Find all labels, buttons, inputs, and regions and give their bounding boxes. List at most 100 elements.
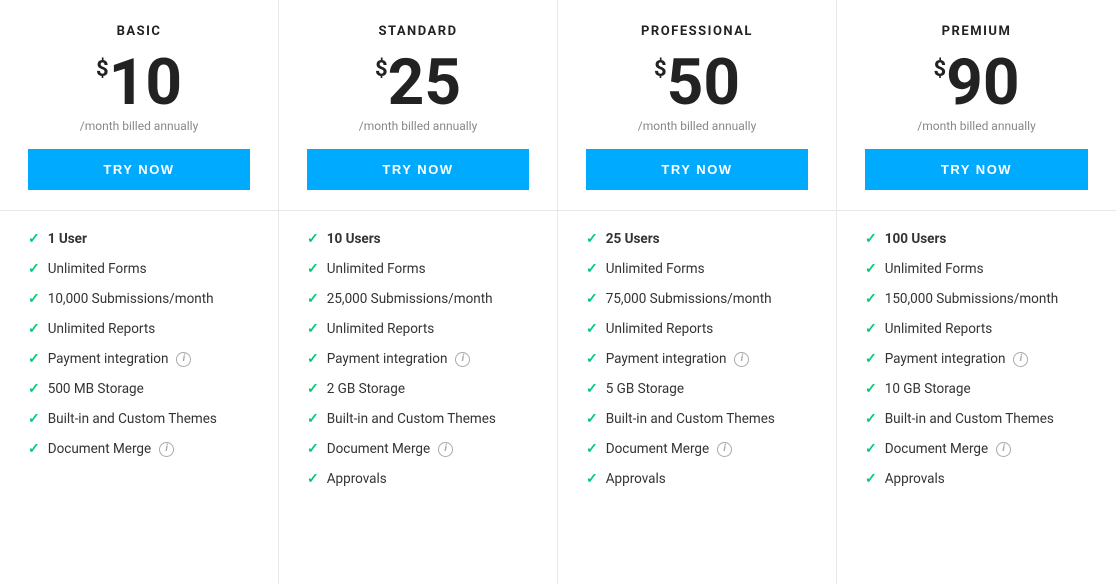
check-icon-premium-7: ✓ (865, 441, 877, 457)
feature-item-standard-8: ✓Approvals (307, 471, 529, 487)
check-icon-basic-2: ✓ (28, 291, 40, 307)
check-icon-professional-6: ✓ (586, 411, 598, 427)
feature-text-professional-3: Unlimited Reports (606, 321, 713, 337)
check-icon-professional-8: ✓ (586, 471, 598, 487)
info-icon-premium-7[interactable]: i (996, 442, 1011, 457)
check-icon-premium-2: ✓ (865, 291, 877, 307)
feature-text-basic-2: 10,000 Submissions/month (48, 291, 214, 307)
check-icon-professional-1: ✓ (586, 261, 598, 277)
feature-item-standard-3: ✓Unlimited Reports (307, 321, 529, 337)
try-now-button-standard[interactable]: TRY NOW (307, 149, 529, 190)
feature-item-standard-6: ✓Built-in and Custom Themes (307, 411, 529, 427)
feature-item-professional-7: ✓Document Mergei (586, 441, 808, 457)
check-icon-basic-1: ✓ (28, 261, 40, 277)
feature-item-premium-1: ✓Unlimited Forms (865, 261, 1088, 277)
price-period-basic: /month billed annually (28, 119, 250, 133)
check-icon-professional-4: ✓ (586, 351, 598, 367)
price-dollar-standard: $ (375, 59, 388, 81)
feature-text-professional-6: Built-in and Custom Themes (606, 411, 775, 427)
feature-text-basic-5: 500 MB Storage (48, 381, 144, 397)
feature-item-premium-7: ✓Document Mergei (865, 441, 1088, 457)
feature-text-standard-2: 25,000 Submissions/month (327, 291, 493, 307)
info-icon-standard-7[interactable]: i (438, 442, 453, 457)
check-icon-standard-4: ✓ (307, 351, 319, 367)
feature-text-professional-8: Approvals (606, 471, 666, 487)
feature-item-basic-0: ✓1 User (28, 231, 250, 247)
info-icon-basic-7[interactable]: i (159, 442, 174, 457)
feature-item-professional-3: ✓ Unlimited Reports (586, 321, 808, 337)
info-icon-premium-4[interactable]: i (1013, 352, 1028, 367)
check-icon-professional-7: ✓ (586, 441, 598, 457)
price-dollar-basic: $ (96, 59, 109, 81)
check-icon-standard-2: ✓ (307, 291, 319, 307)
info-icon-standard-4[interactable]: i (455, 352, 470, 367)
feature-text-premium-2: 150,000 Submissions/month (885, 291, 1058, 307)
check-icon-standard-1: ✓ (307, 261, 319, 277)
check-icon-premium-8: ✓ (865, 471, 877, 487)
info-icon-basic-4[interactable]: i (176, 352, 191, 367)
price-amount-basic: 10 (109, 51, 182, 115)
check-icon-standard-7: ✓ (307, 441, 319, 457)
check-icon-standard-6: ✓ (307, 411, 319, 427)
check-icon-premium-1: ✓ (865, 261, 877, 277)
check-icon-premium-0: ✓ (865, 231, 877, 247)
price-row-standard: $25 (307, 51, 529, 115)
feature-text-standard-1: Unlimited Forms (327, 261, 426, 277)
feature-text-premium-4: Payment integration (885, 351, 1006, 367)
feature-item-premium-2: ✓ 150,000 Submissions/month (865, 291, 1088, 307)
feature-text-standard-8: Approvals (327, 471, 387, 487)
feature-text-basic-7: Document Merge (48, 441, 151, 457)
feature-text-professional-1: Unlimited Forms (606, 261, 705, 277)
feature-item-standard-0: ✓10 Users (307, 231, 529, 247)
feature-text-standard-4: Payment integration (327, 351, 448, 367)
plan-name-basic: BASIC (28, 24, 250, 39)
feature-text-premium-6: Built-in and Custom Themes (885, 411, 1054, 427)
plan-name-premium: PREMIUM (865, 24, 1088, 39)
feature-item-basic-1: ✓ Unlimited Forms (28, 261, 250, 277)
feature-text-professional-2: 75,000 Submissions/month (606, 291, 772, 307)
feature-item-basic-3: ✓Unlimited Reports (28, 321, 250, 337)
feature-item-standard-7: ✓ Document Merge i (307, 441, 529, 457)
check-icon-basic-0: ✓ (28, 231, 40, 247)
info-icon-professional-7[interactable]: i (717, 442, 732, 457)
plan-name-professional: PROFESSIONAL (586, 24, 808, 39)
feature-text-premium-0: 100 Users (885, 231, 947, 247)
feature-text-professional-0: 25 Users (606, 231, 660, 247)
check-icon-basic-3: ✓ (28, 321, 40, 337)
price-row-professional: $50 (586, 51, 808, 115)
feature-item-premium-0: ✓ 100 Users (865, 231, 1088, 247)
check-icon-professional-5: ✓ (586, 381, 598, 397)
feature-item-professional-6: ✓ Built-in and Custom Themes (586, 411, 808, 427)
price-amount-premium: 90 (946, 51, 1019, 115)
check-icon-professional-0: ✓ (586, 231, 598, 247)
price-period-professional: /month billed annually (586, 119, 808, 133)
check-icon-basic-6: ✓ (28, 411, 40, 427)
feature-item-basic-5: ✓500 MB Storage (28, 381, 250, 397)
feature-item-professional-2: ✓ 75,000 Submissions/month (586, 291, 808, 307)
price-row-basic: $10 (28, 51, 250, 115)
check-icon-professional-2: ✓ (586, 291, 598, 307)
check-icon-basic-7: ✓ (28, 441, 40, 457)
feature-item-basic-4: ✓Payment integrationi (28, 351, 250, 367)
feature-item-premium-3: ✓Unlimited Reports (865, 321, 1088, 337)
try-now-button-premium[interactable]: TRY NOW (865, 149, 1088, 190)
price-period-standard: /month billed annually (307, 119, 529, 133)
plan-header-basic: BASIC $10/month billed annually TRY NOW (0, 0, 278, 211)
check-icon-professional-3: ✓ (586, 321, 598, 337)
try-now-button-basic[interactable]: TRY NOW (28, 149, 250, 190)
feature-item-standard-1: ✓ Unlimited Forms (307, 261, 529, 277)
check-icon-premium-3: ✓ (865, 321, 877, 337)
plan-header-professional: PROFESSIONAL $50/month billed annually TRY… (558, 0, 836, 211)
price-period-premium: /month billed annually (865, 119, 1088, 133)
feature-text-standard-7: Document Merge (327, 441, 430, 457)
check-icon-standard-3: ✓ (307, 321, 319, 337)
feature-text-professional-5: 5 GB Storage (606, 381, 684, 397)
plan-col-professional: PROFESSIONAL $50/month billed annually TRY… (558, 0, 837, 584)
feature-text-basic-1: Unlimited Forms (48, 261, 147, 277)
feature-text-standard-5: 2 GB Storage (327, 381, 405, 397)
info-icon-professional-4[interactable]: i (734, 352, 749, 367)
feature-item-premium-6: ✓Built-in and Custom Themes (865, 411, 1088, 427)
feature-text-premium-5: 10 GB Storage (885, 381, 971, 397)
try-now-button-professional[interactable]: TRY NOW (586, 149, 808, 190)
feature-item-basic-7: ✓ Document Merge i (28, 441, 250, 457)
